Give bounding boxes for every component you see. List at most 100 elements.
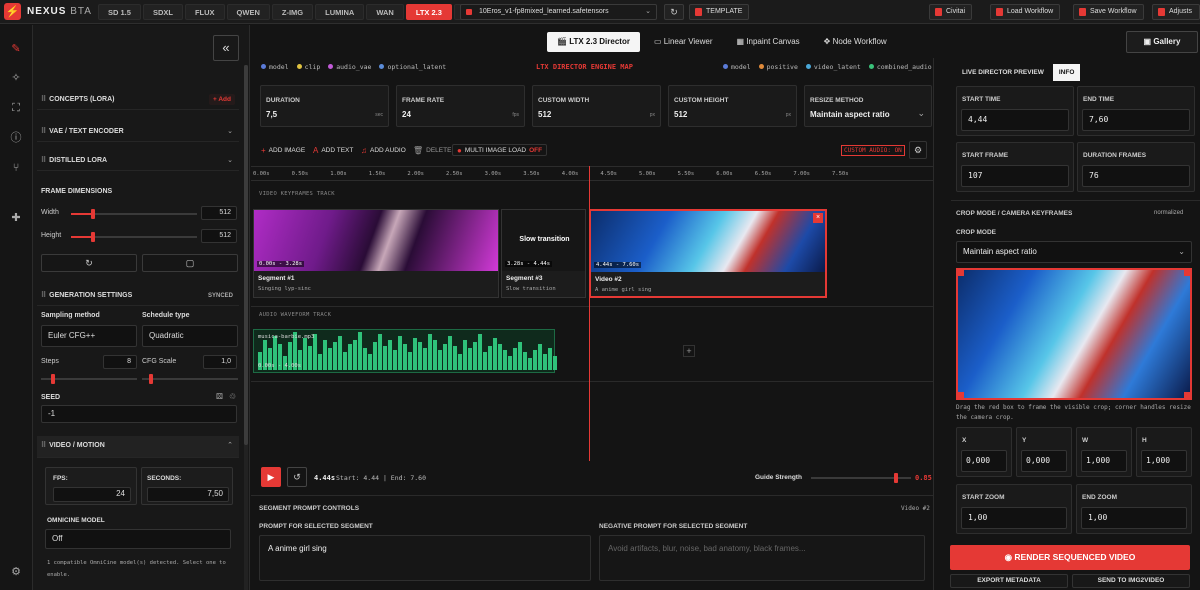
sidebar-scrollbar[interactable] [244,65,248,590]
crop-mode-select[interactable]: Maintain aspect ratio ⌄ [956,241,1192,263]
scrollbar-thumb[interactable] [244,65,248,445]
param-card[interactable]: FRAME RATE 24 fps [396,85,525,127]
param-card[interactable]: CUSTOM HEIGHT 512 px [668,85,797,127]
load-workflow-button[interactable]: Load Workflow [990,4,1061,20]
square-aspect-button[interactable]: ▢ [142,254,238,272]
view-tab[interactable]: ▭ Linear Viewer [644,32,723,52]
add-text-button[interactable]: A ADD TEXT [313,146,353,155]
brush-icon[interactable]: ✎ [9,42,23,56]
template-button[interactable]: TEMPLATE [689,4,750,20]
slider-knob[interactable] [91,209,95,219]
start-time-input[interactable]: 4,44 [961,109,1069,131]
param-card[interactable]: CUSTOM WIDTH 512 px [532,85,661,127]
slider-knob[interactable] [149,374,153,384]
param-card[interactable]: DURATION 7,5 sec [260,85,389,127]
timeline-settings-button[interactable]: ⚙ [909,141,927,159]
width-slider[interactable] [71,209,197,219]
close-icon[interactable]: × [813,213,823,223]
concepts-section[interactable]: ⠿ CONCEPTS (LORA) + Add [37,90,239,110]
model-tab[interactable]: QWEN [226,4,270,20]
crop-preview[interactable] [956,268,1192,400]
segment-clip-selected[interactable]: × 4.44s - 7.60s Video #2 A anime girl si… [589,209,827,298]
export-metadata-button[interactable]: EXPORT METADATA [950,574,1068,588]
model-tab[interactable]: LTX 2.3 [405,4,452,20]
seed-input[interactable]: -1 [41,405,237,423]
audio-clip[interactable]: musica-barbie.mp3 0.00s - 4.00s [253,329,557,373]
settings-gear-icon[interactable]: ⚙ [9,565,23,579]
branch-icon[interactable]: ⑂ [9,161,23,175]
add-audio-plus-button[interactable]: + [683,345,695,357]
param-value[interactable]: 24 [402,110,411,119]
time-ruler[interactable]: 0.00s 0.50s 1.00s 1.50s 2.00s 2.50s 3.00s 3.50s… [251,166,933,181]
end-zoom-input[interactable]: 1,00 [1081,507,1187,529]
prompt-textarea[interactable]: A anime girl sing [259,535,591,581]
model-tab[interactable]: LUMINA [315,4,365,20]
civitai-button[interactable]: Civitai [929,4,973,20]
param-value[interactable]: 7,5 [266,110,277,119]
info-icon[interactable]: ⓘ [9,131,23,145]
refresh-button[interactable]: ↻ [664,4,684,20]
crop-handle[interactable] [1184,270,1190,276]
slider-knob[interactable] [894,473,898,483]
guide-strength-slider[interactable] [811,473,911,483]
adjust-button[interactable]: Adjusts [1152,4,1200,20]
omnicine-select[interactable]: Off [45,529,231,549]
slider-knob[interactable] [91,232,95,242]
x-input[interactable]: 0,000 [961,450,1007,472]
segment-clip[interactable]: Slow transition 3.28s - 4.44s Segment #3… [501,209,586,298]
video-motion-section[interactable]: ⠿ VIDEO / MOTION ⌃ [37,436,239,458]
collapse-sidebar-button[interactable]: « [213,35,239,61]
distilled-lora-section[interactable]: ⠿ DISTILLED LORA ⌄ [37,151,239,171]
steps-value[interactable]: 8 [103,355,137,369]
gallery-button[interactable]: ▣ Gallery [1126,31,1198,53]
w-input[interactable]: 1,000 [1081,450,1127,472]
model-tab[interactable]: SDXL [142,4,183,20]
duration-frames-input[interactable]: 76 [1082,165,1190,187]
crop-handle[interactable] [958,392,964,398]
view-tab[interactable]: ▦ Inpaint Canvas [727,32,810,52]
start-zoom-input[interactable]: 1,00 [961,507,1067,529]
vae-section[interactable]: ⠿ VAE / TEXT ENCODER ⌄ [37,122,239,142]
model-tab[interactable]: Z-IMG [271,4,314,20]
steps-slider[interactable] [41,374,137,384]
tab-info[interactable]: INFO [1052,64,1081,81]
add-concept-button[interactable]: + Add [209,94,235,105]
generation-settings-section[interactable]: ⠿ GENERATION SETTINGS SYNCED [37,286,239,306]
slider-knob[interactable] [51,374,55,384]
crop-handle[interactable] [1184,392,1190,398]
height-value[interactable]: 512 [201,229,237,243]
start-frame-input[interactable]: 107 [961,165,1069,187]
tab-live-preview[interactable]: LIVE DIRECTOR PREVIEW [956,64,1050,81]
playhead[interactable] [589,166,590,461]
view-tab[interactable]: ✥ Node Workflow [814,32,897,52]
custom-audio-toggle[interactable]: CUSTOM AUDIO: ON [841,145,905,156]
cfg-value[interactable]: 1,0 [203,355,237,369]
cfg-slider[interactable] [142,374,238,384]
model-tab[interactable]: SD 1.5 [98,4,141,20]
play-button[interactable]: ▶ [261,467,281,487]
segment-clip[interactable]: 0.00s - 3.28s Segment #1 Singing lyp-sin… [253,209,499,298]
h-input[interactable]: 1,000 [1141,450,1187,472]
send-to-img2video-button[interactable]: SEND TO IMG2VIDEO [1072,574,1190,588]
seconds-input[interactable]: 7,50 [147,487,229,502]
render-sequenced-video-button[interactable]: ◉ RENDER SEQUENCED VIDEO [950,545,1190,570]
swap-dimensions-button[interactable]: ↻ [41,254,137,272]
crop-icon[interactable]: ⛶ [9,101,23,115]
magic-wand-icon[interactable]: ✧ [9,71,23,85]
add-audio-button[interactable]: ♫ ADD AUDIO [361,146,406,155]
dice-icon[interactable]: ⚄ [216,392,223,401]
y-input[interactable]: 0,000 [1021,450,1067,472]
model-tab[interactable]: WAN [366,4,404,20]
param-value[interactable]: 512 [538,110,551,119]
height-slider[interactable] [71,232,197,242]
delete-button[interactable]: 🗑 DELETE [413,146,451,155]
param-card[interactable]: RESIZE METHOD Maintain aspect ratio ⌄ [804,85,932,127]
param-value[interactable]: Maintain aspect ratio [810,110,890,119]
sampling-method-select[interactable]: Euler CFG++ [41,325,137,347]
save-workflow-button[interactable]: Save Workflow [1073,4,1144,20]
negative-prompt-textarea[interactable]: Avoid artifacts, blur, noise, bad anatom… [599,535,925,581]
puzzle-icon[interactable]: ✚ [9,211,23,225]
fps-input[interactable]: 24 [53,487,131,502]
model-tab[interactable]: FLUX [184,4,225,20]
view-tab[interactable]: 🎬 LTX 2.3 Director [547,32,640,52]
